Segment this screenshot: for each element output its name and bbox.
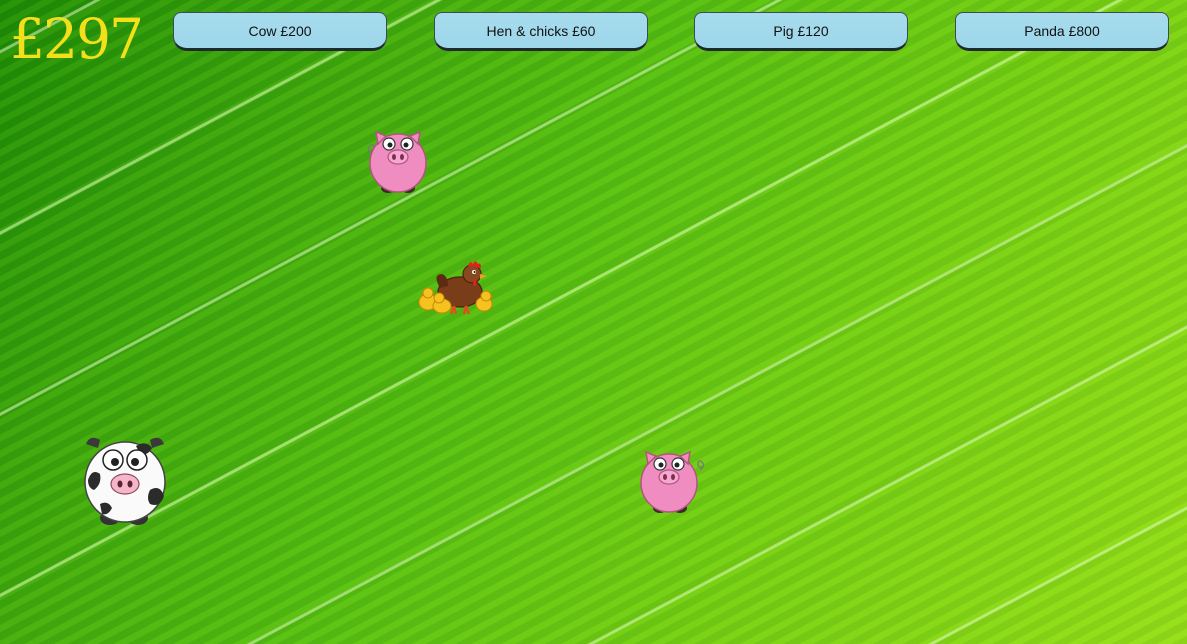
pig-icon[interactable] (364, 122, 436, 203)
pig-icon[interactable] (636, 442, 708, 523)
farm-field: { "hud": { "money": "£297" }, "shop": { … (0, 0, 1187, 644)
buy-cow-button[interactable]: Cow £200 (173, 12, 387, 51)
buy-panda-button[interactable]: Panda £800 (955, 12, 1169, 51)
hen-with-chicks-icon[interactable] (416, 258, 496, 325)
money-counter: £297 (10, 7, 144, 71)
buy-pig-button[interactable]: Pig £120 (694, 12, 908, 51)
cow-icon[interactable] (80, 430, 172, 533)
buy-hen-and-chicks-button[interactable]: Hen & chicks £60 (434, 12, 648, 51)
